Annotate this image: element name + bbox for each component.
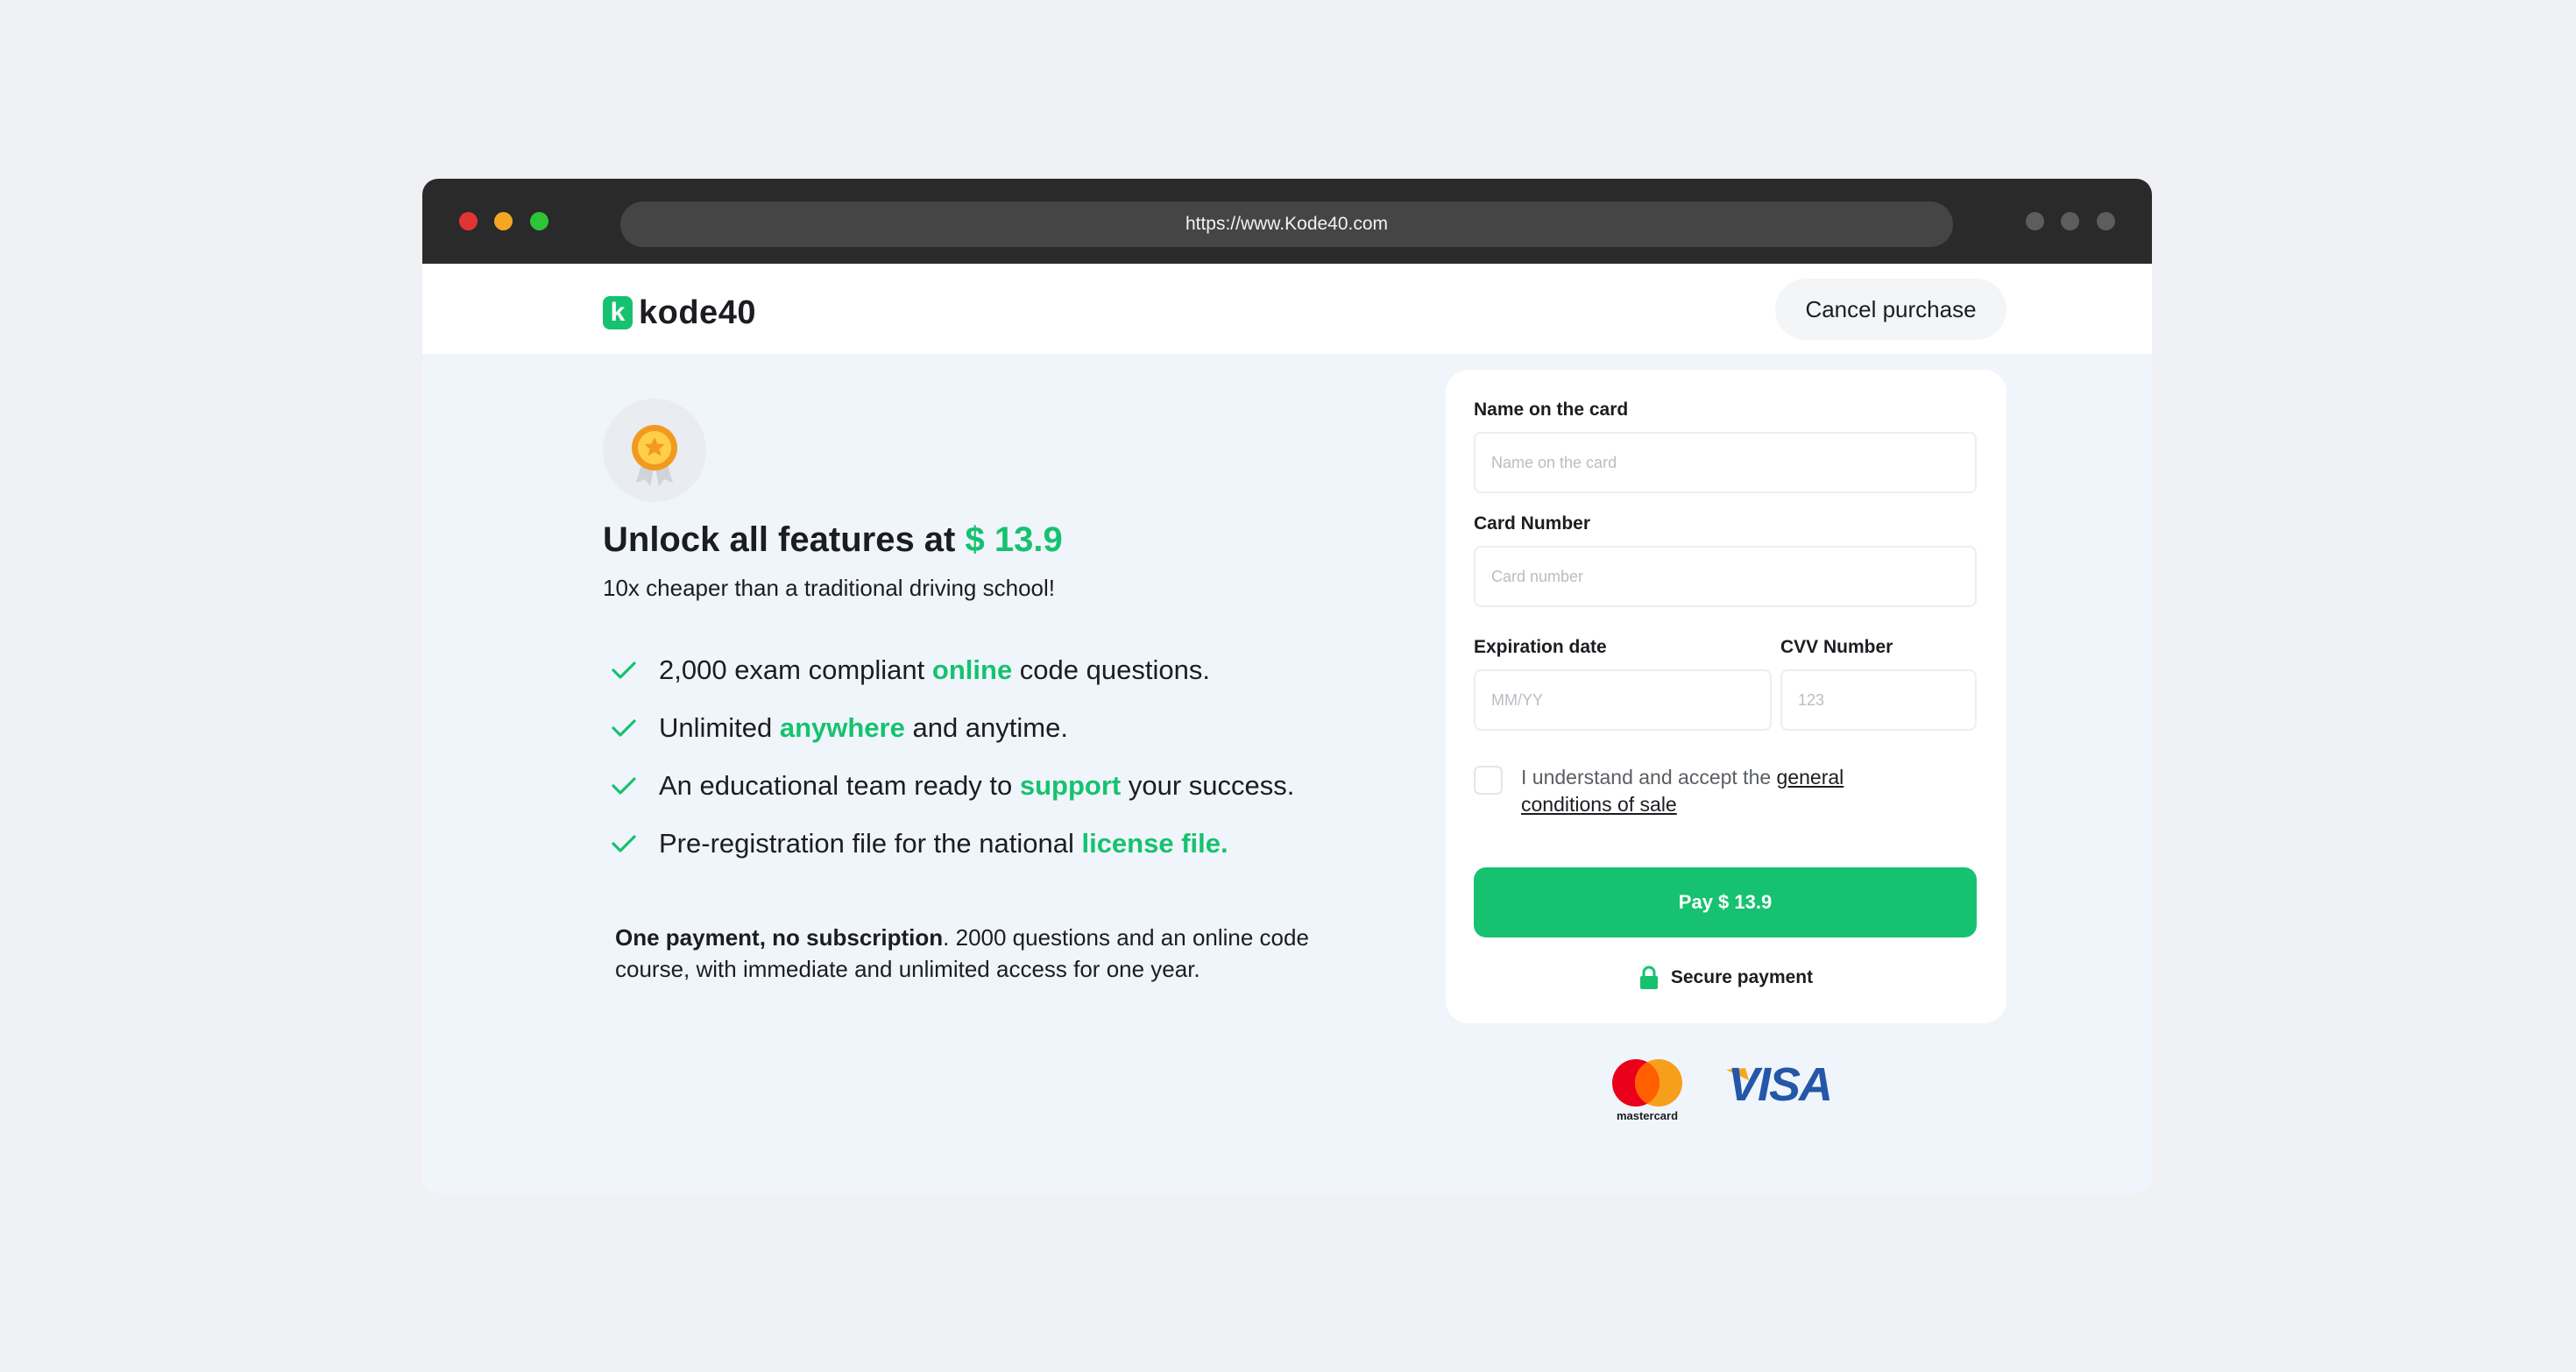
feature-text: An educational team ready to support you… xyxy=(659,770,1295,801)
expiration-date-label: Expiration date xyxy=(1474,637,1607,657)
checkmark-icon xyxy=(612,719,636,737)
card-number-label: Card Number xyxy=(1474,513,1591,534)
lock-icon xyxy=(1639,965,1658,989)
feature-item: Pre-registration file for the national l… xyxy=(612,815,1294,873)
name-on-card-input[interactable] xyxy=(1474,432,1977,493)
award-medal-icon xyxy=(603,399,706,502)
visa-logo: VISA xyxy=(1728,1058,1833,1111)
cvv-number-input[interactable] xyxy=(1780,669,1977,731)
browser-control-dot xyxy=(2097,212,2115,230)
checkmark-icon xyxy=(612,777,636,795)
feature-text: 2,000 exam compliant online code questio… xyxy=(659,654,1210,685)
browser-control-dot xyxy=(2061,212,2079,230)
site-header: k kode40 Cancel purchase xyxy=(422,264,2152,354)
page-headline: Unlock all features at $ 13.9 xyxy=(603,520,1063,560)
feature-list: 2,000 exam compliant online code questio… xyxy=(612,641,1294,873)
feature-item: An educational team ready to support you… xyxy=(612,757,1294,815)
name-on-card-label: Name on the card xyxy=(1474,400,1629,420)
secure-payment: Secure payment xyxy=(1446,965,2006,990)
cvv-number-label: CVV Number xyxy=(1780,637,1893,657)
terms-text: I understand and accept the general cond… xyxy=(1521,766,1844,816)
minimize-window-button[interactable] xyxy=(494,212,513,230)
browser-control-dot xyxy=(2026,212,2044,230)
feature-item: 2,000 exam compliant online code questio… xyxy=(612,641,1294,699)
close-window-button[interactable] xyxy=(459,212,478,230)
payment-note: One payment, no subscription. 2000 quest… xyxy=(615,922,1369,985)
secure-payment-label: Secure payment xyxy=(1670,967,1814,987)
card-number-input[interactable] xyxy=(1474,546,1977,607)
headline-text: Unlock all features at xyxy=(603,520,966,559)
expiration-date-input[interactable] xyxy=(1474,669,1772,731)
payment-form: Name on the card Card Number Expiration … xyxy=(1446,370,2006,1023)
logo-text: kode40 xyxy=(639,293,756,331)
logo-badge: k xyxy=(603,296,633,329)
address-bar[interactable]: https://www.Kode40.com xyxy=(620,202,1953,247)
feature-item: Unlimited anywhere and anytime. xyxy=(612,699,1294,757)
browser-chrome: https://www.Kode40.com xyxy=(422,179,2152,264)
kode40-logo[interactable]: k kode40 xyxy=(603,293,756,331)
feature-text: Unlimited anywhere and anytime. xyxy=(659,712,1068,743)
maximize-window-button[interactable] xyxy=(530,212,548,230)
feature-text: Pre-registration file for the national l… xyxy=(659,828,1228,859)
terms-checkbox[interactable] xyxy=(1474,766,1503,795)
checkmark-icon xyxy=(612,835,636,852)
pay-button[interactable]: Pay $ 13.9 xyxy=(1474,867,1977,937)
payment-note-bold: One payment, no subscription xyxy=(615,924,944,951)
cancel-purchase-button[interactable]: Cancel purchase xyxy=(1775,279,2006,340)
mastercard-wordmark: mastercard xyxy=(1616,1109,1679,1122)
browser-window: https://www.Kode40.com k kode40 Cancel p… xyxy=(422,179,2152,1193)
headline-price: $ 13.9 xyxy=(965,520,1063,559)
checkmark-icon xyxy=(612,661,636,679)
page-subheadline: 10x cheaper than a traditional driving s… xyxy=(603,575,1055,601)
